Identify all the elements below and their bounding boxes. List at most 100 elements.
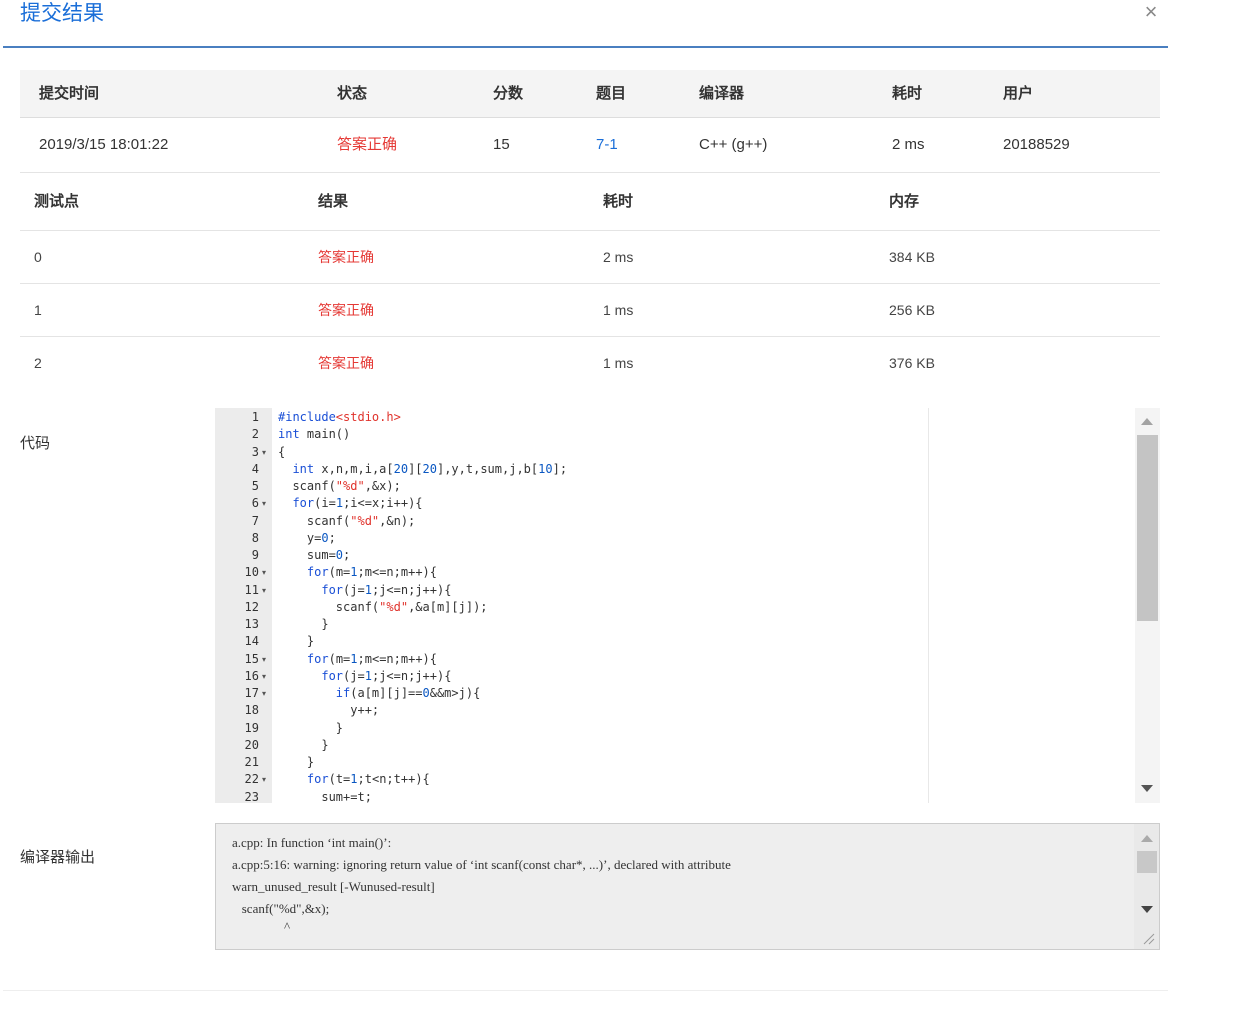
- test-time: 2 ms: [603, 249, 634, 265]
- header-user: 用户: [1003, 85, 1034, 102]
- test-id: 2: [34, 355, 42, 371]
- user-value: 20188529: [1003, 136, 1070, 153]
- header-elapsed: 耗时: [892, 85, 923, 102]
- title-divider: [3, 46, 1168, 48]
- summary-row: 2019/3/15 18:01:22 答案正确 15 7-1 C++ (g++)…: [20, 118, 1160, 173]
- close-icon[interactable]: ×: [1141, 0, 1161, 24]
- code-line: }: [278, 720, 344, 735]
- code-line: #include<stdio.h>: [278, 410, 401, 424]
- test-result: 答案正确: [318, 355, 374, 371]
- test-time: 1 ms: [603, 355, 634, 371]
- print-margin: [928, 408, 929, 803]
- scroll-down-icon[interactable]: [1141, 785, 1153, 792]
- scroll-up-icon[interactable]: [1141, 418, 1153, 425]
- tests-header-row: 测试点 结果 耗时 内存: [20, 173, 1160, 231]
- code-line: sum+=t;: [278, 789, 372, 804]
- code-line: scanf("%d",&a[m][j]);: [278, 599, 488, 614]
- status-badge: 答案正确: [337, 136, 398, 153]
- header-problem: 题目: [596, 85, 627, 102]
- line-number: 17: [244, 686, 259, 700]
- output-line: a.cpp:5:16: warning: ignoring return val…: [232, 857, 731, 872]
- header-result: 结果: [318, 193, 349, 210]
- header-submit-time: 提交时间: [39, 85, 100, 102]
- line-number: 22: [244, 772, 259, 787]
- code-line: }: [278, 617, 329, 631]
- table-row: 0 答案正确 2 ms 384 KB: [20, 231, 1160, 284]
- code-line: }: [278, 755, 315, 769]
- line-number: 12: [244, 599, 259, 614]
- fold-toggle-icon[interactable]: ▾: [262, 668, 266, 685]
- resize-grip-icon[interactable]: [1141, 931, 1155, 945]
- header-time: 耗时: [603, 193, 634, 210]
- line-number: 6: [251, 496, 259, 511]
- line-gutter: 1 2 3 ▾ 4 5 6 ▾ 7 8 9 10 ▾ 11 ▾ 12 13 14 15 ▾ 16 ▾ 17 ▾ 18 19 20 21…: [215, 408, 272, 803]
- line-number: 19: [244, 720, 259, 735]
- fold-toggle-icon[interactable]: ▾: [262, 444, 266, 461]
- code-line: {: [278, 444, 286, 459]
- score-value: 15: [493, 136, 510, 153]
- problem-link[interactable]: 7-1: [596, 118, 618, 172]
- test-result: 答案正确: [318, 249, 374, 265]
- line-number: 10: [244, 565, 259, 580]
- summary-header-row: 提交时间 状态 分数 题目 编译器 耗时 用户: [20, 70, 1160, 118]
- code-line: for(i=1;i<=x;i++){: [292, 496, 423, 511]
- line-number: 15: [244, 651, 259, 666]
- compiler-output-textarea[interactable]: a.cpp: In function ‘int main()’: a.cpp:5…: [215, 823, 1160, 950]
- code-label: 代码: [20, 435, 51, 452]
- code-line: for(t=1;t<n;t++){: [306, 772, 430, 787]
- code-line: }: [278, 737, 329, 752]
- footer-divider: [3, 990, 1168, 991]
- test-result: 答案正确: [318, 302, 374, 318]
- header-score: 分数: [493, 85, 524, 102]
- output-line: ^: [232, 919, 291, 934]
- table-row: 1 答案正确 1 ms 256 KB: [20, 284, 1160, 337]
- line-number: 18: [244, 703, 259, 718]
- output-line: a.cpp: In function ‘int main()’:: [232, 835, 392, 850]
- code-line: y++;: [278, 703, 380, 718]
- header-test-point: 测试点: [34, 193, 80, 210]
- line-number: 9: [251, 548, 259, 562]
- code-line: y=0;: [278, 530, 336, 545]
- test-memory: 256 KB: [889, 302, 935, 318]
- test-memory: 384 KB: [889, 249, 935, 265]
- header-status: 状态: [337, 85, 368, 102]
- line-number: 7: [251, 513, 259, 528]
- code-line: for(j=1;j<=n;j++){: [321, 582, 452, 597]
- code-line: sum=0;: [278, 548, 351, 562]
- code-line: int main(): [278, 427, 351, 442]
- line-number: 14: [244, 634, 259, 649]
- compiler-output-label: 编译器输出: [20, 849, 96, 866]
- output-scrollbar-thumb[interactable]: [1137, 851, 1157, 873]
- elapsed-value: 2 ms: [892, 136, 925, 153]
- line-number: 16: [244, 668, 259, 683]
- output-line: warn_unused_result [-Wunused-result]: [232, 879, 435, 894]
- line-number: 3: [251, 444, 259, 459]
- output-scroll-up-icon[interactable]: [1141, 835, 1153, 842]
- line-number: 20: [244, 737, 259, 752]
- output-scroll-down-icon[interactable]: [1141, 906, 1153, 913]
- line-number: 1: [251, 410, 259, 424]
- line-number: 13: [244, 617, 259, 631]
- fold-toggle-icon[interactable]: ▾: [262, 495, 266, 512]
- code-line: for(m=1;m<=n;m++){: [306, 651, 437, 666]
- line-number: 21: [244, 755, 259, 769]
- fold-toggle-icon[interactable]: ▾: [262, 771, 266, 788]
- header-memory: 内存: [889, 193, 920, 210]
- table-row: 2 答案正确 1 ms 376 KB: [20, 337, 1160, 389]
- submit-time: 2019/3/15 18:01:22: [39, 136, 169, 153]
- fold-toggle-icon[interactable]: ▾: [262, 582, 266, 599]
- code-line: scanf("%d",&n);: [278, 513, 416, 528]
- line-number: 4: [251, 461, 259, 476]
- header-compiler: 编译器: [699, 85, 745, 102]
- fold-toggle-icon[interactable]: ▾: [262, 651, 266, 668]
- code-scrollbar-thumb[interactable]: [1137, 435, 1158, 621]
- code-editor[interactable]: 1 2 3 ▾ 4 5 6 ▾ 7 8 9 10 ▾ 11 ▾ 12 13 14 15 ▾ 16 ▾ 17 ▾ 18 19 20 21…: [215, 408, 1160, 803]
- code-line: scanf("%d",&x);: [278, 479, 401, 493]
- line-number: 5: [251, 479, 259, 493]
- fold-toggle-icon[interactable]: ▾: [262, 564, 266, 581]
- dialog-title: 提交结果: [20, 2, 104, 25]
- compiler-value: C++ (g++): [699, 136, 768, 153]
- test-id: 0: [34, 249, 42, 265]
- code-line: int x,n,m,i,a[20][20],y,t,sum,j,b[10];: [292, 461, 568, 476]
- fold-toggle-icon[interactable]: ▾: [262, 685, 266, 702]
